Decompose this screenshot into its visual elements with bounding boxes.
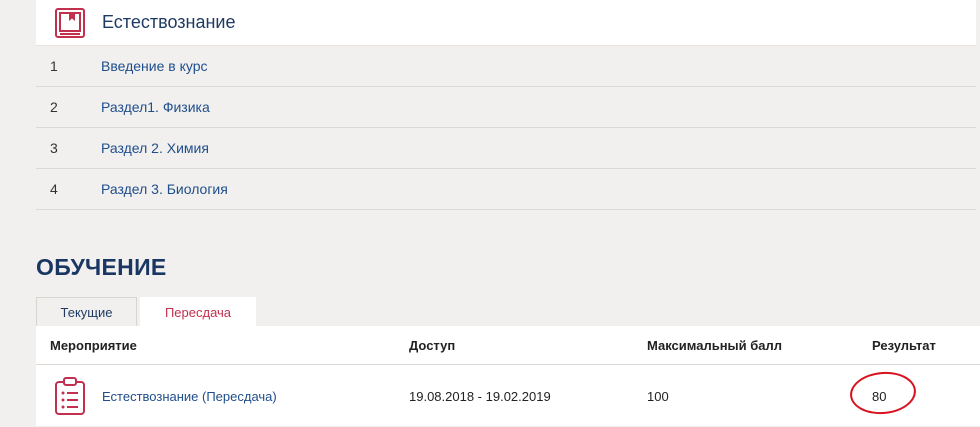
column-header-max-score: Максимальный балл	[647, 337, 783, 353]
column-header-access: Доступ	[409, 337, 456, 353]
section-row[interactable]: 3 Раздел 2. Химия	[36, 128, 976, 169]
event-cell: Естествознание (Пересдача)	[36, 376, 409, 416]
clipboard-list-icon	[54, 376, 86, 416]
course-card: Естествознание 1 Введение в курс 2 Разде…	[36, 0, 976, 210]
section-link[interactable]: Введение в курс	[101, 58, 208, 74]
tab-retake[interactable]: Пересдача	[140, 297, 256, 326]
tab-current[interactable]: Текущие	[36, 297, 137, 326]
course-title[interactable]: Естествознание	[102, 12, 235, 33]
learning-tabs: Текущие Пересдача	[36, 297, 980, 326]
section-number: 1	[50, 58, 58, 74]
table-header: Мероприятие Доступ Максимальный балл Рез…	[36, 326, 980, 365]
event-link[interactable]: Естествознание (Пересдача)	[102, 389, 277, 404]
section-link[interactable]: Раздел 2. Химия	[101, 140, 209, 156]
section-list: 1 Введение в курс 2 Раздел1. Физика 3 Ра…	[36, 46, 976, 210]
max-score-cell: 100	[647, 388, 669, 404]
course-header: Естествознание	[36, 0, 976, 46]
book-bookmark-icon	[54, 7, 86, 39]
section-row[interactable]: 2 Раздел1. Физика	[36, 87, 976, 128]
events-table: Мероприятие Доступ Максимальный балл Рез…	[36, 326, 980, 426]
result-value: 80	[872, 388, 887, 404]
section-link[interactable]: Раздел 3. Биология	[101, 181, 228, 197]
column-header-event: Мероприятие	[50, 337, 137, 353]
access-cell: 19.08.2018 - 19.02.2019	[409, 388, 551, 404]
section-row[interactable]: 4 Раздел 3. Биология	[36, 169, 976, 210]
section-number: 4	[50, 181, 58, 197]
section-number: 2	[50, 99, 58, 115]
table-row: Естествознание (Пересдача) 19.08.2018 - …	[36, 365, 980, 427]
section-link[interactable]: Раздел1. Физика	[101, 99, 210, 115]
result-cell: 80	[848, 368, 980, 417]
section-row[interactable]: 1 Введение в курс	[36, 46, 976, 87]
column-header-result: Результат	[872, 337, 936, 353]
learning-heading: ОБУЧЕНИЕ	[36, 254, 167, 280]
section-number: 3	[50, 140, 58, 156]
